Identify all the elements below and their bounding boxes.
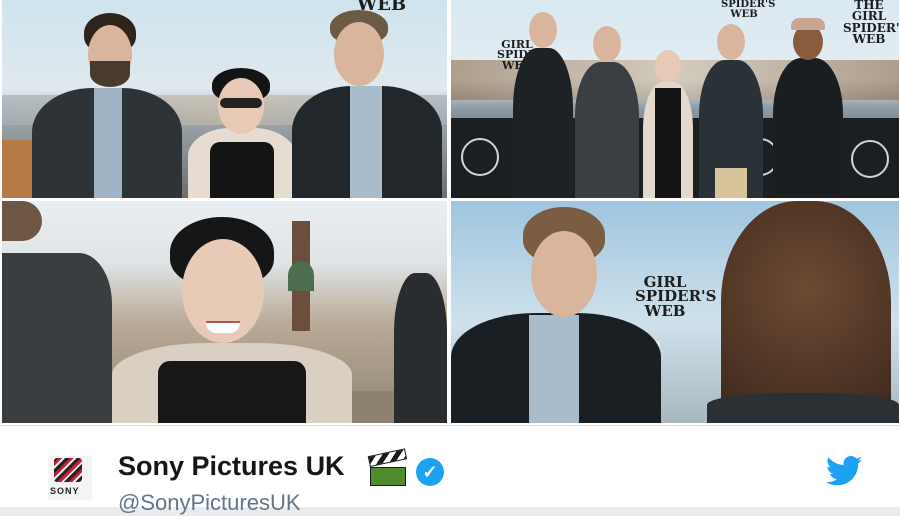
author-handle[interactable]: @SonyPicturesUK xyxy=(118,490,301,516)
person-center xyxy=(188,68,296,198)
person-center-woman xyxy=(112,217,352,423)
avatar[interactable]: SONY xyxy=(48,456,92,500)
author-name[interactable]: Sony Pictures UK xyxy=(118,451,345,482)
person-back-of-head xyxy=(707,201,899,423)
photo-woman-smiling[interactable] xyxy=(2,201,447,423)
person-left xyxy=(32,13,182,198)
movie-sign-mid: SPIDER'S WEB xyxy=(721,0,776,20)
tweet-card: SONY Sony Pictures UK ✓ @SonyPicturesUK xyxy=(0,425,900,515)
person-2 xyxy=(575,22,639,198)
movie-sign-right: THE GIRL SPIDER'S WEB xyxy=(843,0,899,47)
sunglasses-icon xyxy=(220,98,262,108)
verified-badge-icon: ✓ xyxy=(416,458,444,486)
person-man xyxy=(451,207,671,423)
avatar-text: SONY xyxy=(50,486,80,496)
photo-actor-with-sign[interactable]: GIRL SPIDER'S WEB xyxy=(451,201,899,423)
person-right xyxy=(292,10,442,198)
person-4 xyxy=(699,20,763,198)
clapper-board-icon xyxy=(367,448,408,486)
person-left-edge xyxy=(2,201,112,423)
person-3 xyxy=(643,48,693,198)
sony-logo-icon xyxy=(54,458,82,482)
person-1 xyxy=(513,8,573,198)
twitter-bird-icon[interactable] xyxy=(826,456,862,486)
photo-grid: WEB GIRL WEB SPIDER'S WEB THE GIRL SPIDE… xyxy=(0,0,900,425)
person-right-edge xyxy=(394,273,447,423)
person-5 xyxy=(773,18,843,198)
photo-rooftop-three-people[interactable]: WEB xyxy=(2,0,447,198)
photo-group-five-people[interactable]: GIRL SPIDER'S WEB SPIDER'S WEB THE GIRL … xyxy=(451,0,899,198)
